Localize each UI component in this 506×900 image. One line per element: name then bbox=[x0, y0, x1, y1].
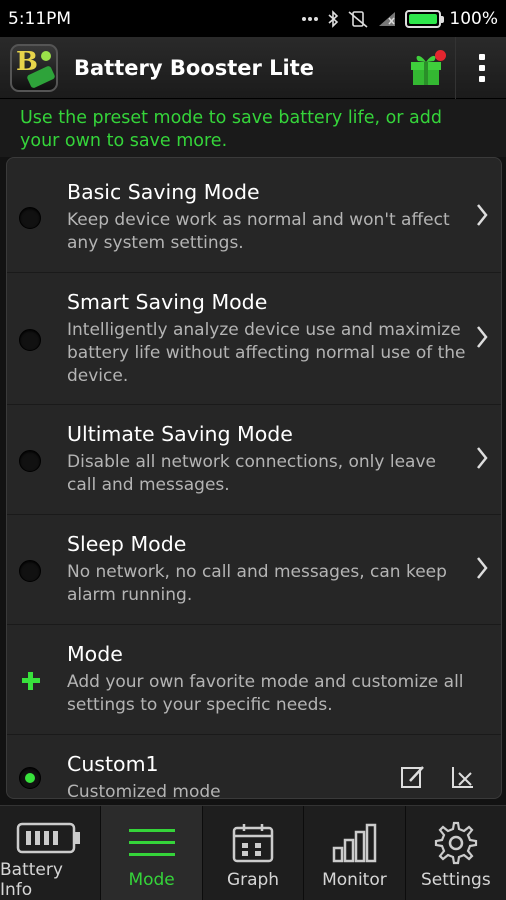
mode-title: Basic Saving Mode bbox=[67, 180, 260, 204]
appbar-divider bbox=[455, 36, 456, 99]
mode-row-sleep[interactable]: Sleep Mode No network, no call and messa… bbox=[7, 515, 501, 625]
vibrate-off-icon bbox=[347, 10, 369, 28]
mode-title: Mode bbox=[67, 642, 123, 666]
mode-row-custom1[interactable]: Custom1 Customized mode bbox=[7, 735, 501, 798]
nav-label: Battery Info bbox=[0, 860, 63, 900]
chevron-right-icon[interactable] bbox=[475, 555, 489, 583]
mode-row-basic[interactable]: Basic Saving Mode Keep device work as no… bbox=[7, 158, 501, 273]
battery-percent: 100% bbox=[449, 8, 498, 29]
chevron-right-icon[interactable] bbox=[475, 324, 489, 352]
mode-description: No network, no call and messages, can ke… bbox=[67, 562, 447, 605]
radio-button[interactable] bbox=[19, 450, 41, 472]
mode-row-ultimate[interactable]: Ultimate Saving Mode Disable all network… bbox=[7, 405, 501, 515]
bar-chart-icon bbox=[331, 820, 377, 866]
radio-button[interactable] bbox=[19, 560, 41, 582]
list-icon bbox=[127, 820, 177, 866]
chevron-right-icon[interactable] bbox=[475, 202, 489, 230]
add-mode-row[interactable]: Mode Add your own favorite mode and cust… bbox=[7, 625, 501, 735]
delete-icon[interactable] bbox=[449, 763, 479, 793]
nav-label: Mode bbox=[128, 870, 175, 890]
nav-label: Graph bbox=[226, 870, 280, 890]
radio-button-selected[interactable] bbox=[19, 767, 41, 789]
tab-monitor[interactable]: Monitor bbox=[304, 806, 406, 900]
tab-battery-info[interactable]: Battery Info bbox=[0, 806, 102, 900]
status-time: 5:11PM bbox=[8, 8, 72, 29]
nav-label: Settings bbox=[420, 870, 491, 890]
battery-info-icon bbox=[16, 820, 84, 856]
mode-description: Add your own favorite mode and customize… bbox=[67, 672, 464, 715]
radio-button[interactable] bbox=[19, 329, 41, 351]
calendar-graph-icon bbox=[231, 820, 275, 866]
battery-icon bbox=[405, 9, 445, 28]
gift-button[interactable] bbox=[403, 45, 449, 91]
gear-icon bbox=[434, 820, 478, 866]
hint-text: Use the preset mode to save battery life… bbox=[0, 99, 506, 157]
app-bar: B Battery Booster Lite bbox=[0, 36, 506, 99]
nav-label: Monitor bbox=[322, 870, 387, 890]
mode-list: Basic Saving Mode Keep device work as no… bbox=[6, 157, 502, 799]
more-dots-icon bbox=[301, 16, 319, 22]
notification-badge bbox=[435, 49, 446, 61]
signal-icon bbox=[377, 10, 397, 28]
bluetooth-icon bbox=[327, 9, 339, 28]
edit-icon[interactable] bbox=[399, 763, 429, 793]
chevron-right-icon[interactable] bbox=[475, 445, 489, 473]
mode-title: Ultimate Saving Mode bbox=[67, 422, 293, 446]
mode-title: Custom1 bbox=[67, 752, 159, 776]
mode-description: Intelligently analyze device use and max… bbox=[67, 320, 466, 386]
tab-graph[interactable]: Graph bbox=[203, 806, 305, 900]
mode-description: Keep device work as normal and won't aff… bbox=[67, 210, 450, 253]
mode-row-smart[interactable]: Smart Saving Mode Intelligently analyze … bbox=[7, 273, 501, 405]
app-logo-icon: B bbox=[10, 43, 58, 92]
tab-mode[interactable]: Mode bbox=[101, 806, 203, 900]
bottom-nav: Battery Info Mode Graph Monitor Settings bbox=[0, 805, 506, 900]
mode-title: Sleep Mode bbox=[67, 532, 187, 556]
status-bar: 5:11PM 100% bbox=[0, 0, 506, 37]
radio-button[interactable] bbox=[19, 207, 41, 229]
mode-title: Smart Saving Mode bbox=[67, 290, 268, 314]
tab-settings[interactable]: Settings bbox=[406, 806, 506, 900]
app-title: Battery Booster Lite bbox=[74, 55, 315, 80]
plus-icon[interactable] bbox=[20, 670, 42, 692]
mode-description: Disable all network connections, only le… bbox=[67, 452, 436, 495]
overflow-menu-icon[interactable] bbox=[464, 43, 500, 93]
